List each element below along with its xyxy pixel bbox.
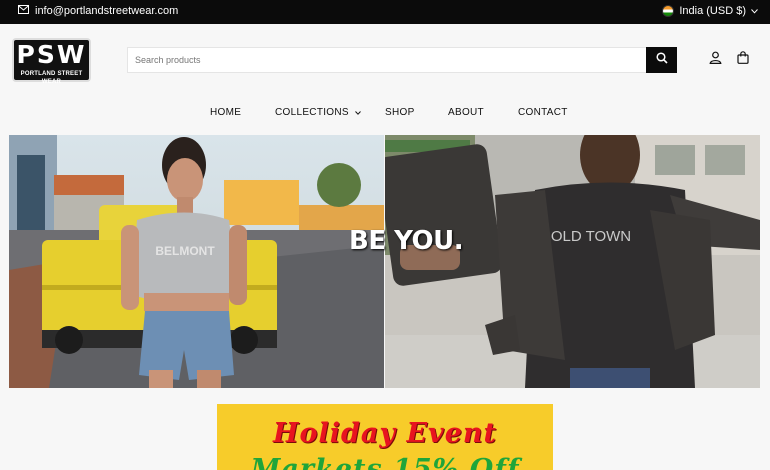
site-header: PSW PORTLAND STREET WEAR [0,24,770,96]
account-button[interactable] [707,51,723,69]
contact-email[interactable]: info@portlandstreetwear.com [18,5,178,17]
search-button[interactable] [646,47,677,73]
hero-image-right: OLD TOWN [385,135,760,388]
store-logo[interactable]: PSW PORTLAND STREET WEAR [12,38,91,85]
search-bar [127,47,677,73]
currency-selector[interactable]: India (USD $) [662,5,758,17]
announcement-bar: info@portlandstreetwear.com India (USD $… [0,0,770,24]
currency-selector-label: India (USD $) [679,5,746,17]
logo-letters: PSW [16,40,87,69]
hero-banner[interactable]: BELMONT OLD TOWN BE YOU. [9,135,760,388]
shirt-text-right: OLD TOWN [551,228,631,245]
india-flag-icon [662,5,675,17]
cart-button[interactable] [735,51,751,69]
shirt-text-left: BELMONT [155,244,215,258]
promo-title: Holiday Event [272,418,498,449]
search-input[interactable] [128,48,643,72]
logo-subtitle: PORTLAND STREET WEAR [20,71,83,85]
promo-subtitle: Markets 15% Off [250,454,520,470]
hero-headline: BE YOU. [349,226,464,256]
shopping-bag-icon [737,51,749,69]
user-icon [709,51,722,69]
nav-collections[interactable]: COLLECTIONS [275,107,361,118]
promo-banner[interactable]: Holiday Event Markets 15% Off [217,404,553,470]
nav-shop[interactable]: SHOP [385,107,415,118]
chevron-down-icon [355,107,361,118]
contact-email-text: info@portlandstreetwear.com [35,5,179,17]
main-navigation: HOME COLLECTIONS SHOP ABOUT CONTACT [0,96,770,128]
chevron-down-icon [751,5,758,17]
nav-contact[interactable]: CONTACT [518,107,568,118]
search-icon [655,51,668,69]
nav-collections-label: COLLECTIONS [275,107,349,118]
envelope-icon [18,5,29,17]
nav-home[interactable]: HOME [210,107,241,118]
nav-about[interactable]: ABOUT [448,107,484,118]
hero-image-left: BELMONT [9,135,384,388]
